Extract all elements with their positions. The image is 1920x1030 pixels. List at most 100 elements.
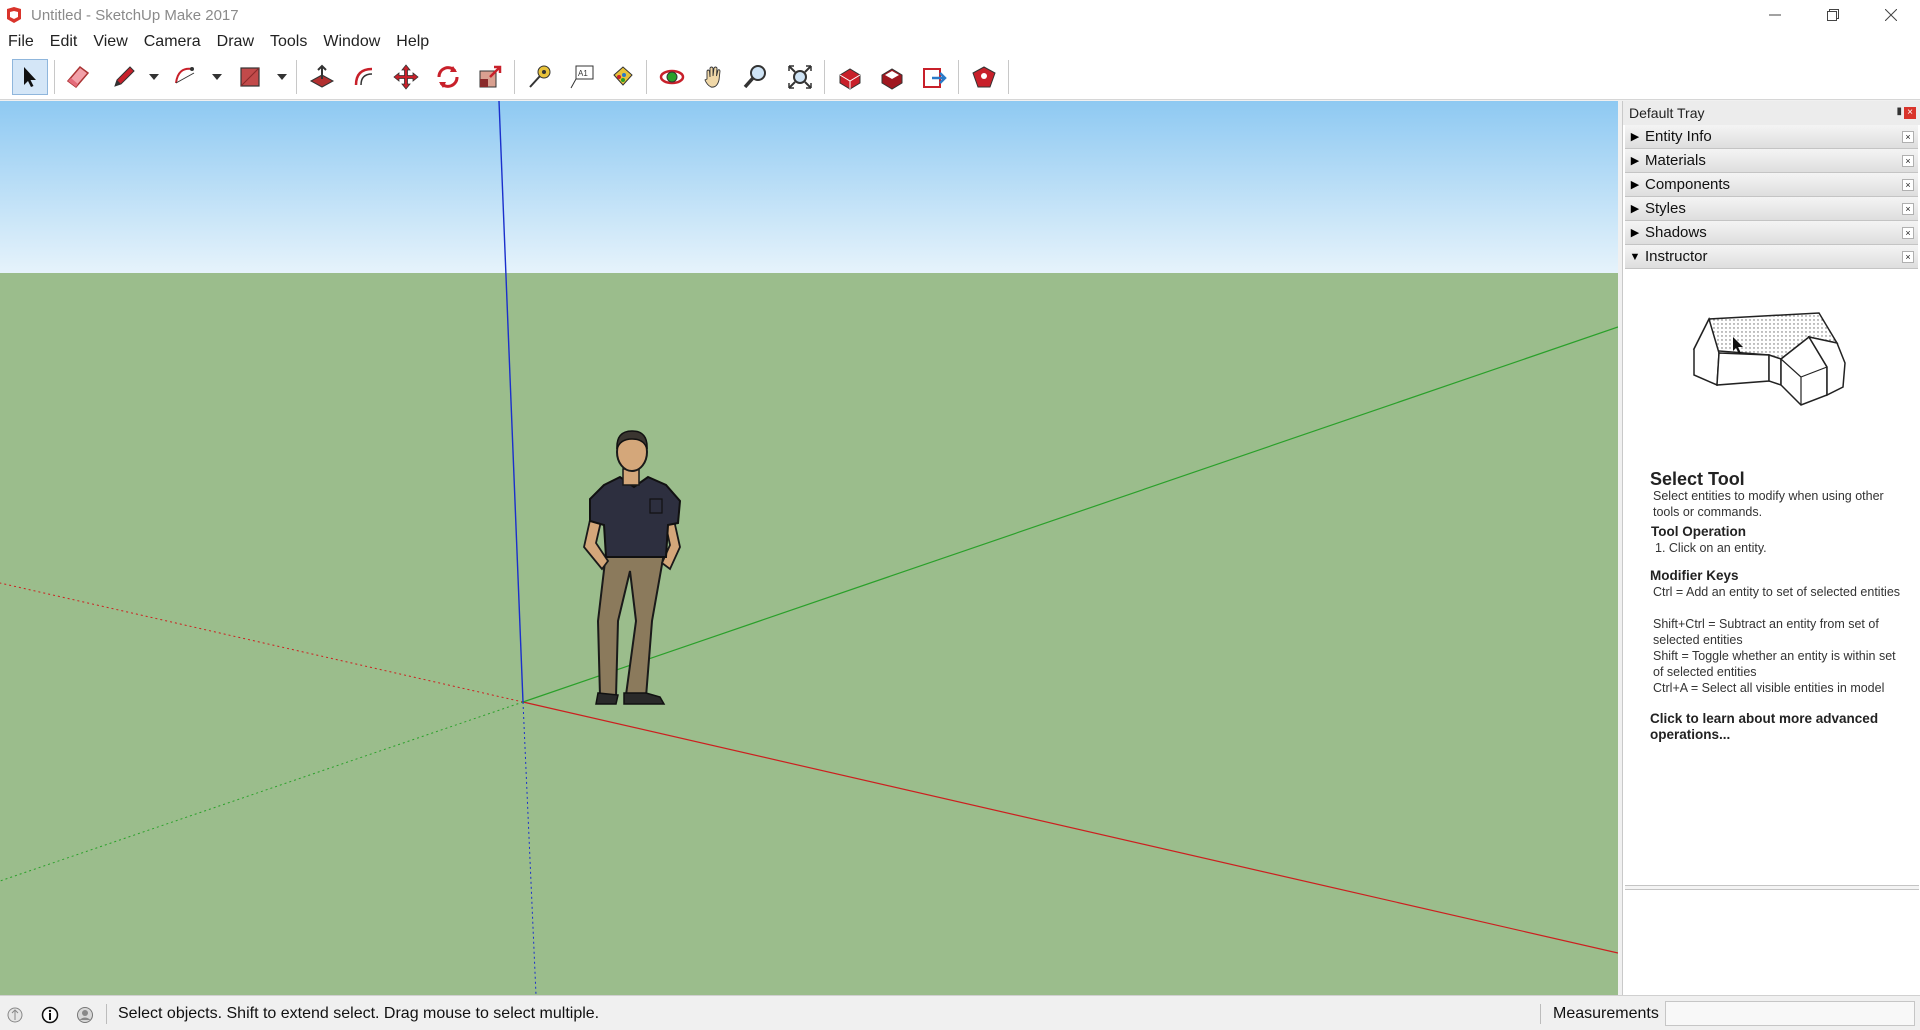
measurements-input[interactable] [1665, 1001, 1915, 1026]
extension-manager-icon [972, 66, 996, 88]
section-close-icon[interactable]: × [1902, 251, 1914, 263]
tray-section-styles[interactable]: ▶ Styles × [1625, 197, 1918, 221]
modifier-shift-ctrl: Shift+Ctrl = Subtract an entity from set… [1653, 617, 1879, 647]
credits-info-icon[interactable] [41, 1006, 59, 1024]
eraser-icon [66, 65, 90, 89]
instructor-heading: Select Tool [1650, 469, 1745, 489]
zoom-extents-tool-button[interactable] [782, 59, 818, 95]
section-label: Entity Info [1645, 128, 1712, 145]
move-tool-button[interactable] [388, 59, 424, 95]
section-close-icon[interactable]: × [1902, 155, 1914, 167]
tray-section-instructor[interactable]: ▼ Instructor × [1625, 245, 1918, 269]
tray-header: Default Tray ▮ × [1623, 101, 1920, 125]
status-separator [106, 1004, 107, 1024]
scale-tool-button[interactable] [472, 59, 508, 95]
section-close-icon[interactable]: × [1902, 203, 1914, 215]
menu-file[interactable]: File [0, 33, 42, 51]
tape-measure-icon [529, 65, 551, 88]
toolbar-separator [958, 60, 959, 94]
pan-hand-icon [704, 66, 721, 88]
main-toolbar: A1 [0, 54, 1920, 100]
rectangle-tool-button[interactable] [232, 59, 268, 95]
layout-button[interactable] [916, 59, 952, 95]
paint-bucket-icon [613, 66, 633, 86]
tray-resize-divider[interactable] [1625, 885, 1919, 890]
advanced-operations-link[interactable]: Click to learn about more advanced opera… [1650, 711, 1900, 743]
menu-view[interactable]: View [85, 33, 135, 51]
section-label: Materials [1645, 152, 1706, 169]
eraser-tool-button[interactable] [60, 59, 96, 95]
tape-measure-tool-button[interactable] [522, 59, 558, 95]
zoom-extents-icon [788, 65, 812, 89]
section-close-icon[interactable]: × [1902, 179, 1914, 191]
expand-triangle-icon: ▶ [1630, 179, 1640, 191]
section-close-icon[interactable]: × [1902, 131, 1914, 143]
menu-tools[interactable]: Tools [262, 33, 315, 51]
push-pull-tool-button[interactable] [304, 59, 340, 95]
restore-button[interactable] [1804, 0, 1862, 30]
rectangle-dropdown-caret[interactable] [277, 74, 287, 80]
minimize-icon [1769, 14, 1781, 16]
text-tool-button[interactable]: A1 [564, 59, 600, 95]
close-button[interactable] [1862, 0, 1920, 30]
section-label: Styles [1645, 200, 1686, 217]
section-label: Shadows [1645, 224, 1707, 241]
3d-warehouse-icon [839, 68, 861, 90]
line-dropdown-caret[interactable] [149, 74, 159, 80]
tool-operation-heading: Tool Operation [1651, 524, 1746, 539]
push-pull-icon [309, 64, 335, 88]
user-account-icon[interactable] [76, 1006, 94, 1024]
section-close-icon[interactable]: × [1902, 227, 1914, 239]
window-title: Untitled - SketchUp Make 2017 [31, 6, 239, 24]
geo-location-icon[interactable] [6, 1006, 24, 1024]
rectangle-icon [240, 67, 260, 87]
sketchup-logo-icon [7, 7, 21, 23]
measurements-label: Measurements [1553, 1005, 1659, 1022]
pin-icon[interactable]: ▮ [1896, 106, 1902, 117]
orbit-icon [659, 69, 685, 85]
toolbar-separator [54, 60, 55, 94]
menu-window[interactable]: Window [315, 33, 388, 51]
line-tool-button[interactable] [106, 59, 142, 95]
tray-close-icon[interactable]: × [1904, 107, 1916, 119]
rotate-tool-button[interactable] [430, 59, 466, 95]
paint-bucket-tool-button[interactable] [604, 59, 640, 95]
modifier-ctrl: Ctrl = Add an entity to set of selected … [1653, 585, 1901, 599]
zoom-magnifier-icon [743, 65, 766, 89]
ground [0, 273, 1618, 995]
modifier-ctrl-a: Ctrl+A = Select all visible entities in … [1653, 681, 1885, 695]
menu-edit[interactable]: Edit [42, 33, 86, 51]
expand-triangle-icon: ▶ [1630, 203, 1640, 215]
arc-tool-button[interactable] [168, 59, 204, 95]
minimize-button[interactable] [1746, 0, 1804, 30]
zoom-tool-button[interactable] [738, 59, 774, 95]
menu-camera[interactable]: Camera [136, 33, 209, 51]
instructor-description: Select entities to modify when using oth… [1653, 489, 1884, 519]
close-icon [1885, 9, 1897, 21]
extension-manager-button[interactable] [966, 59, 1002, 95]
expand-triangle-icon: ▶ [1630, 227, 1640, 239]
tray-section-shadows[interactable]: ▶ Shadows × [1625, 221, 1918, 245]
menu-draw[interactable]: Draw [209, 33, 262, 51]
status-bar: Select objects. Shift to extend select. … [0, 995, 1920, 1030]
tray-section-entity-info[interactable]: ▶ Entity Info × [1625, 125, 1918, 149]
select-tool-button[interactable] [12, 59, 48, 95]
arc-dropdown-caret[interactable] [212, 74, 222, 80]
menu-help[interactable]: Help [388, 33, 437, 51]
drawing-viewport[interactable] [0, 101, 1618, 995]
pan-tool-button[interactable] [696, 59, 732, 95]
tray-section-materials[interactable]: ▶ Materials × [1625, 149, 1918, 173]
rotate-icon [437, 66, 459, 88]
offset-tool-button[interactable] [346, 59, 382, 95]
extension-warehouse-button[interactable] [874, 59, 910, 95]
scale-icon [479, 65, 502, 88]
tray-section-components[interactable]: ▶ Components × [1625, 173, 1918, 197]
select-tool-house-illustration [1692, 312, 1846, 406]
orbit-tool-button[interactable] [654, 59, 690, 95]
scene-canvas[interactable] [0, 101, 1618, 995]
modifier-shift: Shift = Toggle whether an entity is with… [1653, 649, 1896, 679]
3d-warehouse-button[interactable] [832, 59, 868, 95]
instructor-panel: Select Tool Select entities to modify wh… [1623, 269, 1920, 889]
collapse-triangle-icon: ▼ [1629, 250, 1641, 263]
arc-icon [175, 67, 195, 84]
